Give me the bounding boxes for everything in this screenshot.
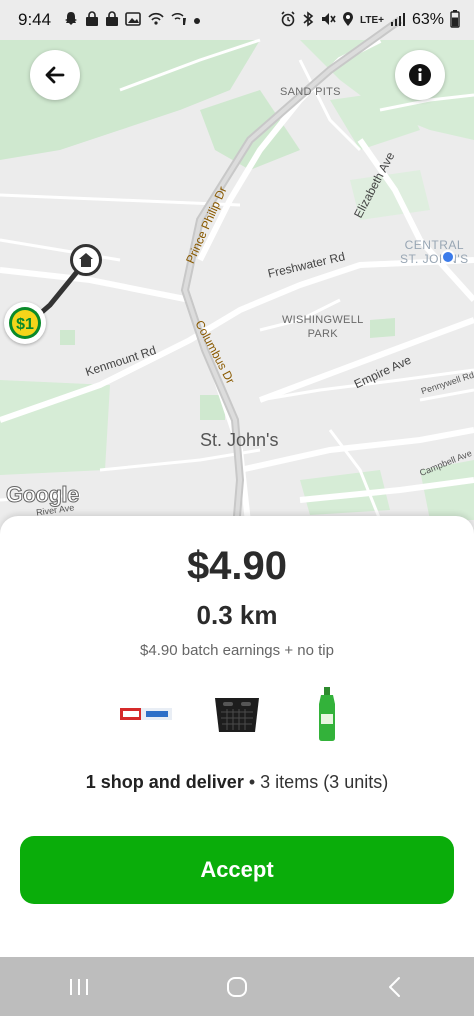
location-icon: [342, 11, 354, 30]
order-summary: 1 shop and deliver • 3 items (3 units): [0, 772, 474, 793]
area-label-wishingwell-line2: PARK: [307, 328, 338, 340]
summary-separator: •: [248, 772, 256, 792]
item-thumbnail-dish-soap[interactable]: [296, 686, 358, 742]
order-type: 1 shop and deliver: [85, 772, 244, 792]
snapchat-icon: [63, 11, 79, 30]
gallery-icon: [125, 11, 141, 30]
home-button[interactable]: [207, 967, 267, 1007]
dish-soap-icon: [319, 687, 335, 741]
status-bar-left: 9:44: [18, 10, 201, 30]
current-location-dot: [441, 250, 455, 264]
toothpaste-icon: [120, 708, 172, 720]
battery-percent: 63%: [411, 11, 444, 28]
city-label-st-johns: St. John's: [200, 430, 279, 450]
home-marker[interactable]: [70, 244, 102, 276]
back-button[interactable]: [30, 50, 80, 100]
battery-icon: [450, 9, 460, 31]
recent-apps-button[interactable]: [49, 967, 109, 1007]
area-label-central-line1: CENTRAL: [404, 238, 465, 252]
status-time: 9:44: [18, 10, 52, 29]
item-thumbnail-basket[interactable]: [206, 686, 268, 742]
area-label-wishingwell-line1: WISHINGWELL: [282, 314, 364, 326]
svg-text:$1: $1: [16, 316, 34, 333]
area-label-central-line2: ST. JOHN'S: [400, 252, 469, 266]
store-marker[interactable]: $1: [4, 302, 46, 344]
home-icon: [79, 253, 93, 267]
info-icon: [409, 64, 431, 86]
area-label-central: CENTRAL ST. JOHN'S: [400, 238, 469, 266]
status-bar-right: LTE+ 63%: [280, 9, 460, 31]
vowifi-icon: [171, 11, 187, 30]
offer-sheet: $4.90 0.3 km $4.90 batch earnings + no t…: [0, 516, 474, 960]
area-label-wishingwell: WISHINGWELL PARK: [282, 313, 364, 341]
lock-icon: [105, 10, 119, 30]
info-button[interactable]: [395, 50, 445, 100]
mute-icon: [320, 11, 336, 30]
home-icon: [227, 976, 247, 997]
status-bar: 9:44 LTE+ 63%: [0, 0, 474, 40]
bluetooth-icon: [302, 10, 314, 30]
item-thumbnail-toothpaste[interactable]: [116, 686, 178, 742]
recent-apps-icon: [70, 978, 88, 995]
item-thumbnails: [0, 686, 474, 742]
basket-icon: [215, 698, 259, 732]
alarm-icon: [280, 10, 296, 30]
wifi-call-icon: [147, 11, 165, 30]
area-label-sand-pits: SAND PITS: [280, 86, 341, 98]
dot-icon: [193, 12, 201, 28]
arrow-left-icon: [45, 66, 65, 84]
nav-back-button[interactable]: [365, 967, 425, 1007]
signal-icon: [390, 12, 406, 29]
network-type-label: LTE+: [359, 14, 384, 26]
earnings-amount: $4.90: [186, 544, 288, 588]
lock-icon: [85, 10, 99, 30]
accept-button[interactable]: Accept: [20, 836, 454, 904]
item-count: 3 items (3 units): [260, 772, 389, 792]
dollarama-logo-icon: $1: [9, 307, 41, 339]
earnings-breakdown: $4.90 batch earnings + no tip: [140, 642, 334, 659]
distance-value: 0.3 km: [196, 600, 278, 630]
system-nav-bar: [0, 957, 474, 1016]
google-logo: Google: [6, 482, 80, 508]
back-icon: [389, 976, 400, 997]
